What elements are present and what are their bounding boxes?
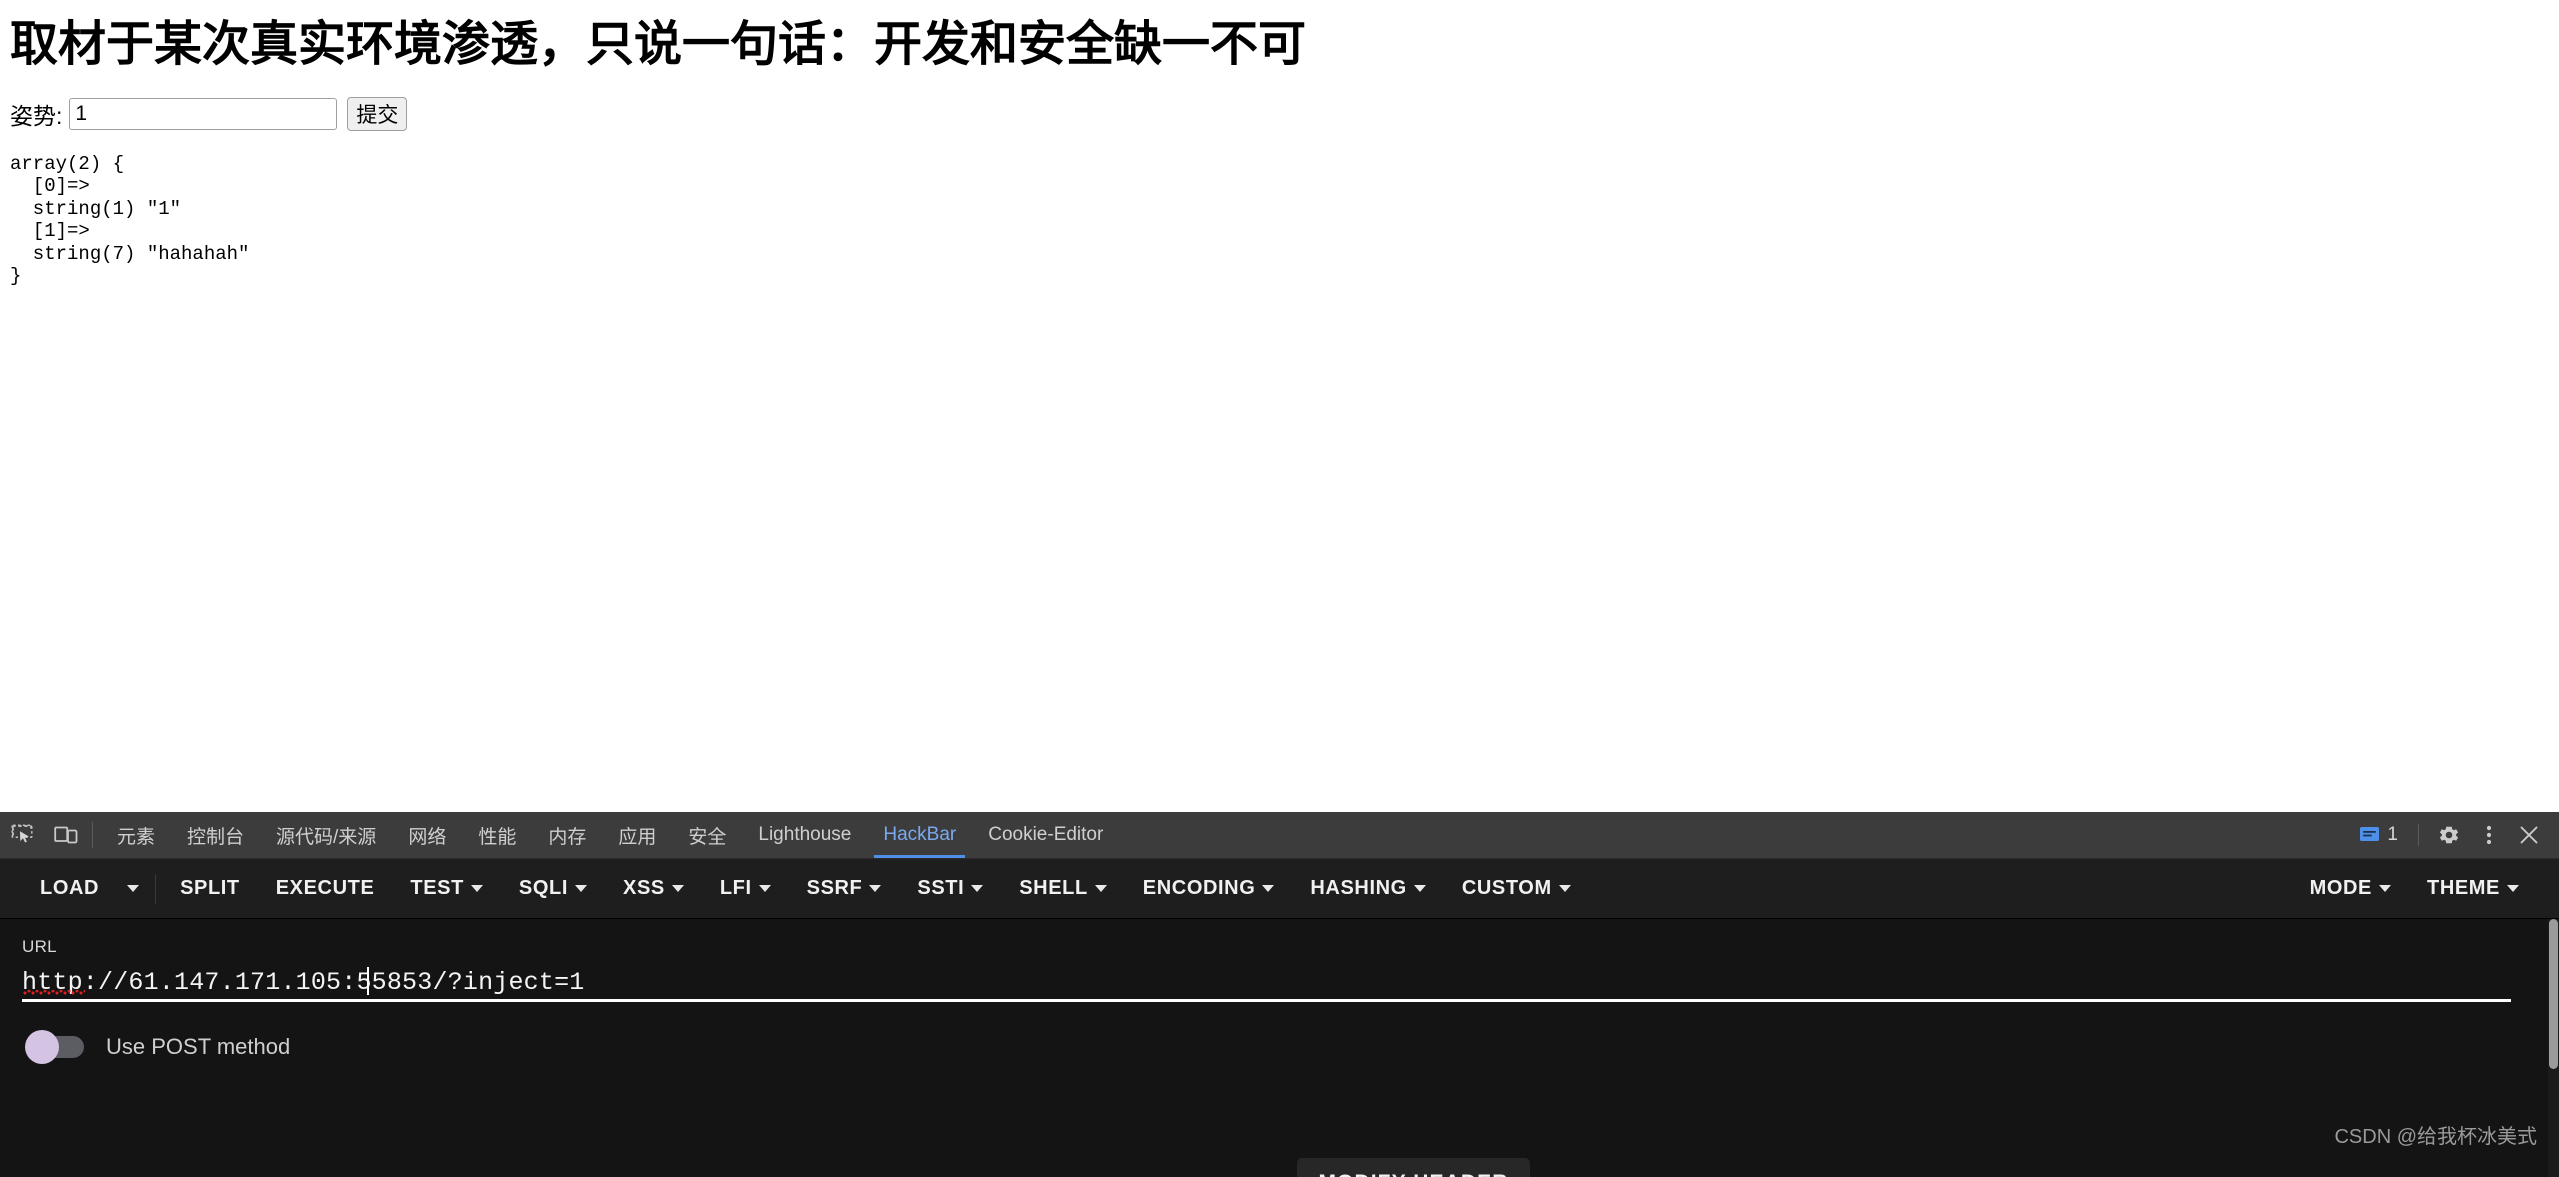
hackbar-menu-execute[interactable]: EXECUTE <box>258 859 393 919</box>
url-label: URL <box>22 937 57 956</box>
hackbar-menu-encoding-label: ENCODING <box>1142 877 1256 899</box>
scrollbar-thumb[interactable] <box>2549 919 2558 1069</box>
hackbar-menu-encoding[interactable]: ENCODING <box>1125 859 1293 919</box>
tabbar-spacer <box>1119 812 2349 858</box>
hackbar-menu-hashing-label: HASHING <box>1310 877 1407 899</box>
kebab-menu-icon[interactable] <box>2469 815 2509 855</box>
tab-cookie-editor[interactable]: Cookie-Editor <box>972 812 1119 858</box>
var-dump-output: array(2) { [0]=> string(1) "1" [1]=> str… <box>10 152 250 288</box>
hackbar-body: URL Use POST method MODIFY HEADER Name V… <box>0 919 2559 1177</box>
chevron-down-icon <box>2379 885 2391 892</box>
tab-application[interactable]: 应用 <box>602 812 672 858</box>
chevron-down-icon <box>758 885 771 892</box>
hackbar-menu-xss[interactable]: XSS <box>605 859 702 919</box>
message-count-button[interactable]: 1 <box>2349 824 2408 846</box>
chevron-down-icon <box>1094 885 1107 892</box>
chevron-down-icon <box>470 885 483 892</box>
chevron-down-icon <box>1558 885 1571 892</box>
toggle-thumb <box>25 1030 59 1064</box>
hackbar-menu-sqli-label: SQLI <box>518 877 568 899</box>
hackbar-menu-load-caret[interactable] <box>117 859 149 919</box>
message-icon <box>2360 827 2380 841</box>
posture-form: 姿势: 提交 <box>0 96 2559 131</box>
inspect-element-icon[interactable] <box>0 812 44 858</box>
chevron-down-icon <box>127 885 140 892</box>
toolbar-divider <box>92 822 93 848</box>
hackbar-menu-test[interactable]: TEST <box>392 859 501 919</box>
hackbar-menu-xss-label: XSS <box>623 877 665 899</box>
hackbar-menu-ssrf[interactable]: SSRF <box>789 859 900 919</box>
hackbar-menu-execute-label: EXECUTE <box>275 877 375 899</box>
page-title: 取材于某次真实环境渗透，只说一句话：开发和安全缺一不可 <box>10 18 1307 71</box>
url-field-wrap <box>22 966 2511 1002</box>
hackbar-menu-split-label: SPLIT <box>180 877 240 899</box>
hackbar-menu-divider <box>155 873 157 904</box>
posture-label: 姿势: <box>10 102 63 129</box>
hackbar-menu-shell-label: SHELL <box>1019 877 1088 899</box>
hackbar-menu-ssti[interactable]: SSTI <box>899 859 1001 919</box>
hackbar-menu-sqli[interactable]: SQLI <box>501 859 605 919</box>
screenshot-root: 取材于某次真实环境渗透，只说一句话：开发和安全缺一不可 姿势: 提交 array… <box>0 0 2559 1177</box>
tab-performance[interactable]: 性能 <box>462 812 532 858</box>
hackbar-menu-lfi[interactable]: LFI <box>702 859 789 919</box>
tab-console[interactable]: 控制台 <box>171 812 260 858</box>
modify-header-button[interactable]: MODIFY HEADER <box>1297 1158 1530 1177</box>
hackbar-menu-ssrf-label: SSRF <box>806 877 863 899</box>
hackbar-menu-lfi-label: LFI <box>719 877 752 899</box>
chevron-down-icon <box>575 885 587 892</box>
gear-icon[interactable] <box>2429 815 2469 855</box>
post-method-row: Use POST method <box>22 1030 2537 1064</box>
use-post-method-label: Use POST method <box>106 1034 291 1059</box>
posture-input[interactable] <box>69 97 338 130</box>
close-icon[interactable] <box>2509 815 2549 855</box>
hackbar-menu-hashing[interactable]: HASHING <box>1292 859 1443 919</box>
tab-hackbar[interactable]: HackBar <box>867 812 972 858</box>
hackbar-menu-shell[interactable]: SHELL <box>1001 859 1125 919</box>
use-post-method-toggle[interactable] <box>25 1030 84 1064</box>
tab-memory[interactable]: 内存 <box>532 812 602 858</box>
chevron-down-icon <box>2507 885 2519 892</box>
chevron-down-icon <box>1262 885 1275 892</box>
tab-sources[interactable]: 源代码/来源 <box>260 812 392 858</box>
url-input[interactable] <box>22 966 2511 998</box>
chevron-down-icon <box>1413 885 1426 892</box>
hackbar-menu-split[interactable]: SPLIT <box>162 859 258 919</box>
hackbar-menubar: LOAD SPLIT EXECUTE TEST SQLI XSS LFI SSR… <box>0 859 2559 919</box>
chevron-down-icon <box>869 885 882 892</box>
actions-divider <box>2418 824 2419 846</box>
submit-button[interactable]: 提交 <box>347 96 408 131</box>
hackbar-menu-custom[interactable]: CUSTOM <box>1444 859 1589 919</box>
devtools-scrollbar[interactable] <box>2548 919 2559 1177</box>
devtools-panel: 元素 控制台 源代码/来源 网络 性能 内存 应用 安全 Lighthouse … <box>0 812 2559 1177</box>
hackbar-menu-test-label: TEST <box>410 877 464 899</box>
text-cursor <box>367 967 369 995</box>
tab-security[interactable]: 安全 <box>672 812 742 858</box>
device-toolbar-icon[interactable] <box>44 812 88 858</box>
devtools-tabbar-actions: 1 <box>2349 812 2559 858</box>
tab-network[interactable]: 网络 <box>392 812 462 858</box>
devtools-tabbar: 元素 控制台 源代码/来源 网络 性能 内存 应用 安全 Lighthouse … <box>0 812 2559 859</box>
tab-lighthouse[interactable]: Lighthouse <box>742 812 867 858</box>
chevron-down-icon <box>971 885 984 892</box>
hackbar-menu-mode-label: MODE <box>2309 877 2372 899</box>
hackbar-menu-load[interactable]: LOAD <box>22 859 117 919</box>
hackbar-menu-theme[interactable]: THEME <box>2409 859 2537 919</box>
hackbar-menu-theme-label: THEME <box>2427 877 2500 899</box>
hackbar-menu-ssti-label: SSTI <box>917 877 965 899</box>
hackbar-menu-mode[interactable]: MODE <box>2292 859 2409 919</box>
hackbar-menu-custom-label: CUSTOM <box>1461 877 1552 899</box>
chevron-down-icon <box>671 885 684 892</box>
tab-elements[interactable]: 元素 <box>101 812 171 858</box>
message-count-value: 1 <box>2387 824 2398 845</box>
devtools-tab-list: 元素 控制台 源代码/来源 网络 性能 内存 应用 安全 Lighthouse … <box>101 812 1119 858</box>
csdn-watermark: CSDN @给我杯冰美式 <box>2334 1126 2537 1148</box>
web-page-content: 取材于某次真实环境渗透，只说一句话：开发和安全缺一不可 姿势: 提交 array… <box>0 0 2559 812</box>
